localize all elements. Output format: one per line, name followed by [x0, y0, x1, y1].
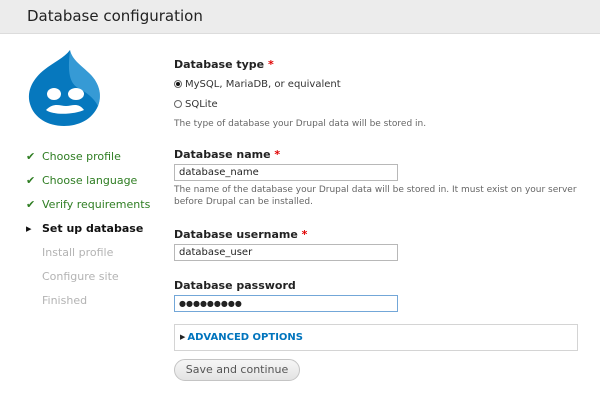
db-pass-group: Database password ●●●●●●●●●: [174, 279, 398, 312]
radio-label: SQLite: [185, 99, 218, 110]
step-label: Install profile: [42, 246, 114, 259]
step-set-up-database: ▸ Set up database: [26, 220, 150, 244]
db-pass-label: Database password: [174, 279, 296, 292]
radio-sqlite[interactable]: SQLite: [174, 96, 426, 114]
check-icon: ✔: [26, 150, 36, 163]
required-marker: *: [301, 228, 308, 241]
radio-mysql[interactable]: MySQL, MariaDB, or equivalent: [174, 76, 426, 94]
db-user-label: Database username *: [174, 228, 308, 241]
check-icon: ✔: [26, 198, 36, 211]
db-type-description: The type of database your Drupal data wi…: [174, 119, 427, 129]
step-label: Configure site: [42, 270, 119, 283]
advanced-options-toggle[interactable]: ▶ ADVANCED OPTIONS: [174, 324, 578, 351]
db-user-group: Database username * database_user: [174, 228, 398, 261]
drupal-logo: [28, 50, 100, 126]
required-marker: *: [274, 148, 281, 161]
db-name-description-line2: before Drupal can be installed.: [174, 197, 313, 207]
triangle-right-icon: ▶: [180, 333, 186, 341]
save-and-continue-button[interactable]: Save and continue: [174, 359, 300, 381]
step-label: Finished: [42, 294, 88, 307]
step-install-profile: Install profile: [26, 244, 150, 268]
required-marker: *: [267, 58, 274, 71]
step-choose-language: ✔ Choose language: [26, 172, 150, 196]
step-choose-profile: ✔ Choose profile: [26, 148, 150, 172]
step-finished: Finished: [26, 292, 150, 316]
radio-button[interactable]: [174, 100, 182, 108]
radio-button-checked[interactable]: [174, 80, 182, 88]
db-pass-input[interactable]: ●●●●●●●●●: [174, 295, 398, 312]
arrow-right-icon: ▸: [26, 222, 32, 235]
db-name-group: Database name * database_name The name o…: [174, 148, 578, 208]
db-name-label: Database name *: [174, 148, 281, 161]
install-steps: ✔ Choose profile ✔ Choose language ✔ Ver…: [26, 148, 150, 316]
db-user-input[interactable]: database_user: [174, 244, 398, 261]
db-type-group: Database type * MySQL, MariaDB, or equiv…: [174, 58, 426, 130]
radio-label: MySQL, MariaDB, or equivalent: [185, 79, 341, 90]
step-label: Choose language: [42, 174, 138, 187]
advanced-options-label: ADVANCED OPTIONS: [187, 332, 303, 343]
step-configure-site: Configure site: [26, 268, 150, 292]
db-name-description-line1: The name of the database your Drupal dat…: [174, 185, 577, 195]
db-name-input[interactable]: database_name: [174, 164, 398, 181]
step-label: Choose profile: [42, 150, 121, 163]
step-label: Set up database: [42, 222, 144, 235]
page-title: Database configuration: [27, 7, 203, 25]
step-label: Verify requirements: [42, 198, 151, 211]
step-verify-requirements: ✔ Verify requirements: [26, 196, 150, 220]
db-type-label: Database type *: [174, 58, 274, 71]
check-icon: ✔: [26, 174, 36, 187]
page-header: Database configuration: [0, 0, 600, 34]
